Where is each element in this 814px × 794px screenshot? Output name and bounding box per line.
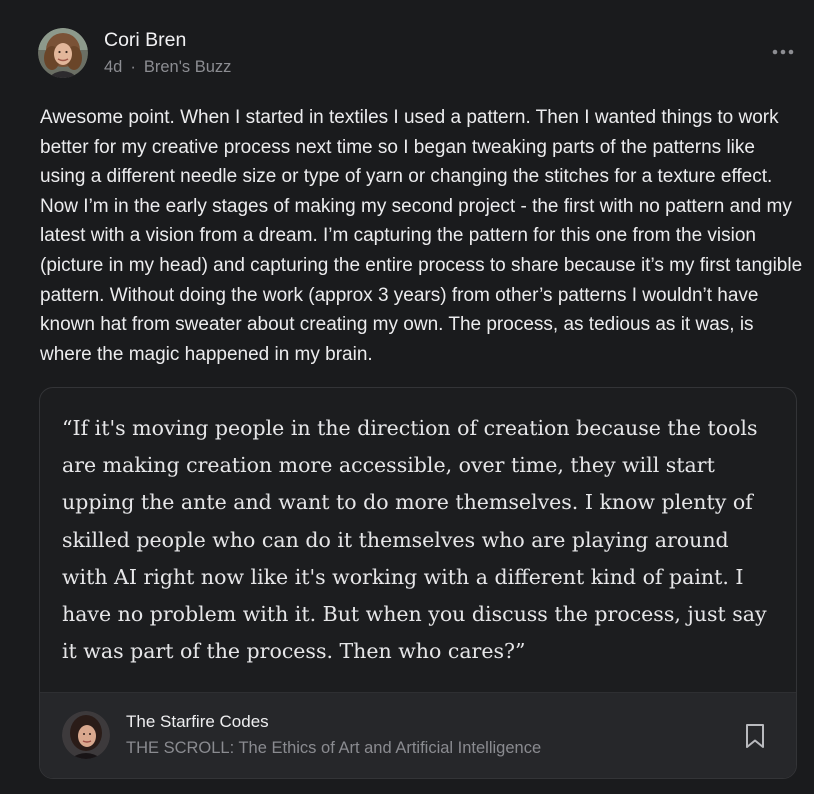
quote-source[interactable]: The Starfire Codes THE SCROLL: The Ethic… <box>40 692 796 778</box>
bookmark-button[interactable] <box>744 723 766 749</box>
source-avatar-image <box>62 711 110 759</box>
source-post-title[interactable]: THE SCROLL: The Ethics of Art and Artifi… <box>126 739 541 758</box>
publication-name[interactable]: Bren's Buzz <box>144 58 232 76</box>
author-name[interactable]: Cori Bren <box>104 29 186 52</box>
meta-separator: · <box>130 58 136 76</box>
more-options-button[interactable] <box>770 42 796 62</box>
quote-text: “If it's moving people in the direction … <box>62 416 767 664</box>
quote-card[interactable]: “If it's moving people in the direction … <box>39 387 797 779</box>
comment-body: Awesome point. When I started in textile… <box>40 107 803 365</box>
author-avatar[interactable] <box>38 28 88 78</box>
post-header: Cori Bren 4d · Bren's Buzz <box>38 28 798 80</box>
author-avatar-image <box>38 28 88 78</box>
bookmark-icon <box>746 724 764 748</box>
source-name[interactable]: The Starfire Codes <box>126 712 269 732</box>
comment-post: Cori Bren 4d · Bren's Buzz Awesome point. … <box>0 0 814 794</box>
post-meta: 4d · Bren's Buzz <box>104 58 231 77</box>
more-horizontal-icon <box>772 49 794 55</box>
source-avatar <box>62 711 110 759</box>
post-time: 4d <box>104 58 123 76</box>
